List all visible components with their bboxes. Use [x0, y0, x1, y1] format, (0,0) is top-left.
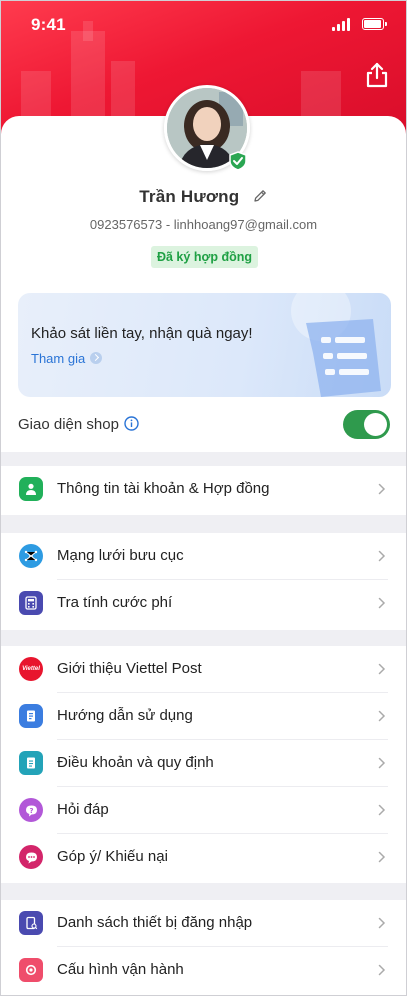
menu-label: Giới thiệu Viettel Post [57, 660, 202, 677]
feedback-icon [19, 845, 43, 869]
menu-item-faq[interactable]: ? Hỏi đáp [1, 787, 406, 834]
viettel-logo-text: Viettel [22, 666, 40, 672]
menu-item-post-office-network[interactable]: Mạng lưới bưu cục [1, 533, 406, 580]
menu-label: Hỏi đáp [57, 801, 109, 818]
menu-group-settings: Danh sách thiết bị đăng nhập Cấu hình vậ… [1, 900, 406, 995]
shop-mode-label: Giao diện shop [18, 416, 139, 433]
chevron-right-icon [378, 710, 386, 722]
menu-item-about-viettel-post[interactable]: Viettel Giới thiệu Viettel Post [1, 646, 406, 693]
menu-group-services: Mạng lưới bưu cục Tra tính cước phí [1, 533, 406, 630]
survey-join-label: Tham gia [31, 351, 86, 366]
chevron-right-icon [378, 917, 386, 929]
calculator-icon [19, 591, 43, 615]
status-bar: 9:41 [1, 1, 406, 49]
battery-icon [362, 18, 387, 30]
shop-mode-toggle[interactable] [343, 410, 390, 439]
document-illustration-icon [291, 293, 381, 397]
guide-icon [19, 704, 43, 728]
verified-shield-icon [229, 151, 247, 171]
chevron-right-icon [378, 550, 386, 562]
menu-item-fee-calculator[interactable]: Tra tính cước phí [1, 580, 406, 627]
menu-label: Góp ý/ Khiếu nại [57, 848, 168, 865]
edit-pencil-icon[interactable] [252, 188, 268, 204]
menu-label: Tra tính cước phí [57, 594, 173, 611]
chevron-right-icon [378, 804, 386, 816]
device-icon [19, 911, 43, 935]
menu-item-feedback[interactable]: Góp ý/ Khiếu nại [1, 834, 406, 881]
profile-contact: 0923576573 - linhhoang97@gmail.com [89, 217, 318, 232]
menu-item-terms[interactable]: Điều khoản và quy định [1, 740, 406, 787]
share-icon[interactable] [364, 61, 390, 89]
network-icon [19, 544, 43, 568]
menu-label: Hướng dẫn sử dụng [57, 707, 193, 724]
chevron-right-icon [378, 851, 386, 863]
menu-item-user-guide[interactable]: Hướng dẫn sử dụng [1, 693, 406, 740]
menu-group-account: Thông tin tài khoản & Hợp đồng [1, 466, 406, 515]
profile-name-row: Trần Hương [1, 187, 406, 207]
chevron-right-icon [378, 964, 386, 976]
chevron-right-icon [378, 663, 386, 675]
contract-status-badge: Đã ký hợp đồng [151, 246, 258, 268]
menu-label: Danh sách thiết bị đăng nhập [57, 914, 253, 931]
svg-text:?: ? [29, 806, 33, 814]
shop-mode-text: Giao diện shop [18, 416, 119, 433]
survey-join-link[interactable]: Tham gia [31, 351, 103, 366]
user-icon [19, 477, 43, 501]
menu-group-info: Viettel Giới thiệu Viettel Post Hướng dẫ… [1, 646, 406, 883]
menu-item-account-info[interactable]: Thông tin tài khoản & Hợp đồng [1, 466, 406, 513]
viettel-logo-icon: Viettel [19, 657, 43, 681]
info-icon[interactable] [124, 416, 139, 431]
faq-icon: ? [19, 798, 43, 822]
survey-banner[interactable]: Khảo sát liền tay, nhận quà ngay! Tham g… [18, 293, 391, 397]
chevron-right-icon [378, 597, 386, 609]
menu-label: Mạng lưới bưu cục [57, 547, 184, 564]
menu-label: Thông tin tài khoản & Hợp đồng [57, 480, 270, 497]
menu-item-operation-settings[interactable]: Cấu hình vận hành [1, 947, 406, 994]
arrow-right-icon [90, 352, 103, 364]
profile-name: Trần Hương [139, 187, 240, 206]
chevron-right-icon [378, 757, 386, 769]
settings-icon [19, 958, 43, 982]
survey-title: Khảo sát liền tay, nhận quà ngay! [31, 325, 253, 342]
status-time: 9:41 [31, 15, 66, 34]
app-screen: 9:41 Trần Hương 0923576573 - linhhoang97… [0, 0, 407, 996]
signal-icon [332, 18, 350, 31]
shop-mode-row: Giao diện shop [1, 407, 406, 443]
menu-label: Điều khoản và quy định [57, 754, 214, 771]
chevron-right-icon [378, 483, 386, 495]
document-icon [19, 751, 43, 775]
menu-item-login-devices[interactable]: Danh sách thiết bị đăng nhập [1, 900, 406, 947]
menu-label: Cấu hình vận hành [57, 961, 184, 978]
